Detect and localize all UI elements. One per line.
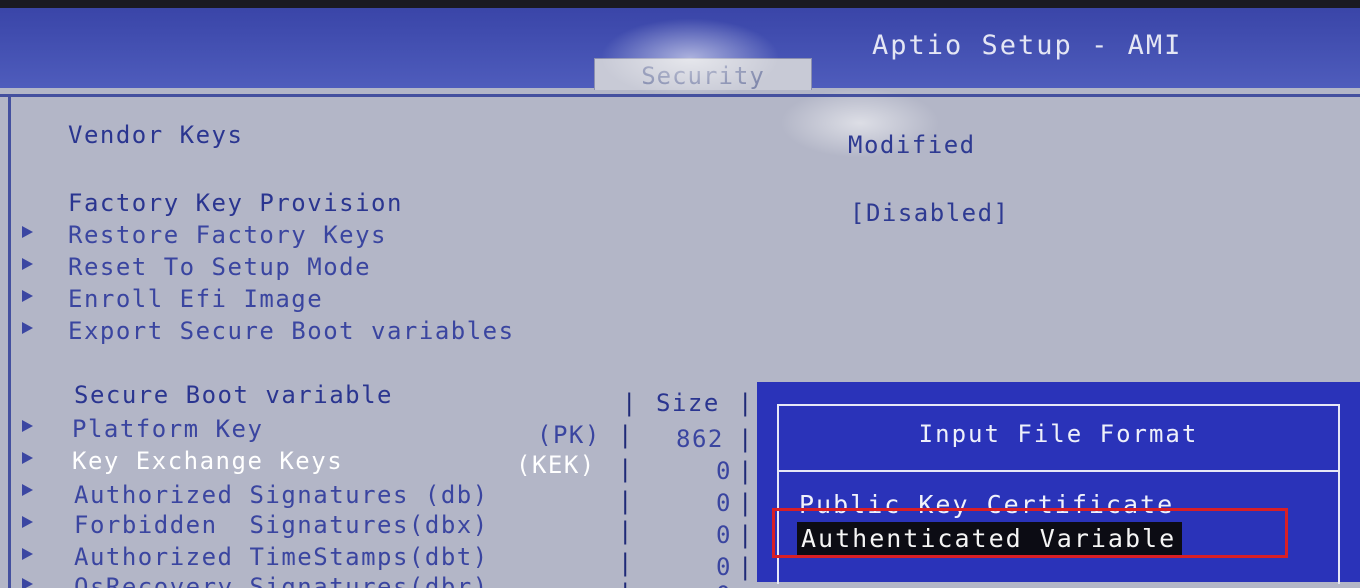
table-column-divider: | — [738, 521, 754, 549]
app-title: Aptio Setup - AMI — [872, 30, 1183, 61]
table-row-size: 0 — [716, 553, 732, 581]
table-column-divider: | — [618, 421, 634, 449]
table-column-divider: | — [738, 425, 754, 453]
table-row-name[interactable]: Authorized TimeStamps(dbt) — [74, 542, 489, 572]
submenu-arrow-icon — [22, 258, 33, 270]
header-bar: Aptio Setup - AMI Security — [0, 8, 1360, 90]
table-header-variable: Secure Boot variable — [74, 381, 393, 409]
table-column-divider: | — [618, 549, 634, 577]
table-header-size: Size — [656, 389, 720, 417]
table-row-size: 0 — [716, 580, 732, 588]
highlight-box — [772, 508, 1288, 558]
table-row-name[interactable]: Authorized Signatures (db) — [74, 480, 489, 510]
header-divider — [0, 94, 1360, 97]
table-row-size: 0 — [716, 457, 732, 485]
table-row-abbr: (KEK) — [516, 451, 596, 479]
vendor-keys-label: Vendor Keys — [68, 121, 244, 149]
table-column-divider: | — [618, 455, 634, 483]
table-row-abbr: (PK) — [537, 421, 601, 449]
table-column-divider: | — [738, 553, 754, 581]
vendor-keys-value: Modified — [848, 131, 976, 159]
factory-key-provision-value[interactable]: [Disabled] — [850, 198, 1010, 228]
table-row-size: 0 — [716, 489, 732, 517]
table-column-divider: | — [738, 489, 754, 517]
factory-key-provision-label[interactable]: Factory Key Provision — [68, 188, 403, 218]
table-row-size: 0 — [716, 521, 732, 549]
table-row-name[interactable]: Platform Key — [72, 414, 263, 444]
table-row-size: 862 — [676, 425, 724, 453]
submenu-arrow-icon — [22, 548, 33, 560]
submenu-arrow-icon — [22, 322, 33, 334]
submenu-arrow-icon — [22, 484, 33, 496]
submenu-arrow-icon — [22, 290, 33, 302]
table-column-divider: | — [738, 457, 754, 485]
menu-item-reset-to-setup-mode[interactable]: Reset To Setup Mode — [68, 252, 371, 282]
table-row-name[interactable]: OsRecovery Signatures(dbr) — [74, 572, 489, 588]
left-border — [8, 94, 11, 588]
menu-item-enroll-efi-image[interactable]: Enroll Efi Image — [68, 284, 323, 314]
dialog-divider — [779, 470, 1338, 472]
table-column-divider: | — [622, 389, 638, 417]
table-column-divider: | — [618, 517, 634, 545]
table-row-name[interactable]: Forbidden Signatures(dbx) — [74, 510, 489, 540]
table-column-divider: | — [618, 487, 634, 515]
dialog-title: Input File Format — [918, 420, 1199, 448]
submenu-arrow-icon — [22, 452, 33, 464]
submenu-arrow-icon — [22, 516, 33, 528]
menu-item-restore-factory-keys[interactable]: Restore Factory Keys — [68, 220, 387, 250]
tab-security[interactable]: Security — [594, 58, 812, 90]
menu-item-export-secure-boot-variables[interactable]: Export Secure Boot variables — [68, 316, 515, 346]
submenu-arrow-icon — [22, 226, 33, 238]
table-row-name-selected[interactable]: Key Exchange Keys — [72, 446, 343, 476]
table-column-divider: | — [618, 578, 634, 588]
table-column-divider: | — [738, 389, 754, 417]
submenu-arrow-icon — [22, 578, 33, 588]
submenu-arrow-icon — [22, 420, 33, 432]
